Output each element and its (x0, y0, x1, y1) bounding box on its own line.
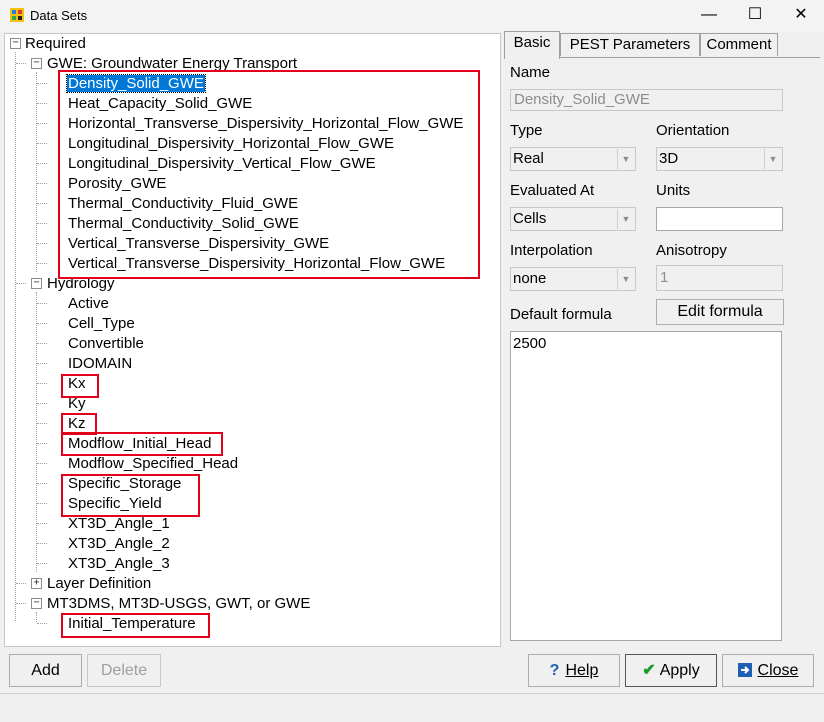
maximize-button[interactable]: ☐ (732, 0, 778, 32)
status-bar (0, 693, 824, 722)
collapse-hydrology-icon[interactable]: − (31, 278, 42, 289)
interpolation-select[interactable]: none ▼ (510, 267, 636, 291)
collapse-gwe-icon[interactable]: − (31, 58, 42, 69)
title-bar: Data Sets — ☐ ✕ (0, 0, 824, 32)
expand-layer-definition-icon[interactable]: + (31, 578, 42, 589)
close-button[interactable]: Close (722, 654, 814, 687)
tree-item[interactable]: XT3D_Angle_3 (68, 554, 170, 574)
close-button-label: Close (757, 662, 799, 679)
tree-item[interactable]: Cell_Type (68, 314, 135, 334)
highlight-box (58, 70, 480, 279)
help-button-label: Help (565, 662, 599, 679)
orientation-label: Orientation (656, 122, 730, 139)
anisotropy-label: Anisotropy (656, 242, 727, 259)
name-field[interactable]: Density_Solid_GWE (510, 89, 783, 111)
tab-strip: Basic PEST Parameters Comment (504, 31, 820, 59)
orientation-select[interactable]: 3D ▼ (656, 147, 783, 171)
chevron-down-icon: ▼ (617, 149, 634, 169)
orientation-select-value: 3D (659, 150, 679, 167)
collapse-mt3d-icon[interactable]: − (31, 598, 42, 609)
evaluated-at-select[interactable]: Cells ▼ (510, 207, 636, 231)
formula-textarea[interactable]: 2500 (510, 331, 782, 641)
tab-comment[interactable]: Comment (700, 33, 778, 56)
collapse-required-icon[interactable]: − (10, 38, 21, 49)
exit-door-icon (737, 663, 752, 677)
evaluated-at-select-value: Cells (513, 210, 547, 227)
tree-item[interactable]: Modflow_Specified_Head (68, 454, 238, 474)
highlight-box (61, 474, 200, 517)
anisotropy-field[interactable]: 1 (656, 265, 783, 291)
window-title: Data Sets (30, 8, 88, 23)
interpolation-select-value: none (513, 270, 547, 287)
units-label: Units (656, 182, 691, 199)
evaluated-at-label: Evaluated At (510, 182, 595, 199)
highlight-box (61, 613, 210, 638)
minimize-button[interactable]: — (686, 0, 732, 32)
checkmark-icon: ✔ (642, 662, 656, 679)
type-select-value: Real (513, 150, 544, 167)
default-formula-label: Default formula (510, 306, 612, 323)
add-button[interactable]: Add (9, 654, 82, 687)
tree-connector (36, 292, 37, 572)
name-label: Name (510, 64, 551, 81)
tree-connector (36, 72, 37, 272)
tree-node-mt3d-group[interactable]: MT3DMS, MT3D-USGS, GWT, or GWE (47, 594, 310, 614)
tree-connector (36, 612, 37, 622)
apply-button[interactable]: ✔ Apply (625, 654, 717, 687)
help-icon: ? (549, 662, 560, 679)
help-button[interactable]: ? Help (528, 654, 620, 687)
tab-basic[interactable]: Basic (504, 31, 560, 59)
tree-connector (15, 52, 16, 621)
tree-item[interactable]: XT3D_Angle_1 (68, 514, 170, 534)
edit-formula-button[interactable]: Edit formula (656, 299, 784, 325)
interpolation-label: Interpolation (510, 242, 593, 259)
chevron-down-icon: ▼ (617, 269, 634, 289)
delete-button[interactable]: Delete (87, 654, 161, 687)
units-field[interactable] (656, 207, 783, 231)
highlight-box (61, 374, 99, 398)
tree-node-layer-definition[interactable]: Layer Definition (47, 574, 151, 594)
tree-item[interactable]: IDOMAIN (68, 354, 132, 374)
chevron-down-icon: ▼ (617, 209, 634, 229)
app-icon (10, 8, 24, 22)
tree-item[interactable]: Active (68, 294, 109, 314)
type-select[interactable]: Real ▼ (510, 147, 636, 171)
type-label: Type (510, 122, 543, 139)
tab-pest-parameters[interactable]: PEST Parameters (560, 33, 700, 56)
highlight-box (61, 432, 223, 456)
apply-button-label: Apply (659, 662, 700, 679)
tree-item[interactable]: XT3D_Angle_2 (68, 534, 170, 554)
tree-item[interactable]: Convertible (68, 334, 144, 354)
chevron-down-icon: ▼ (764, 149, 781, 169)
tree-node-required[interactable]: Required (25, 34, 86, 54)
close-window-button[interactable]: ✕ (778, 0, 824, 32)
